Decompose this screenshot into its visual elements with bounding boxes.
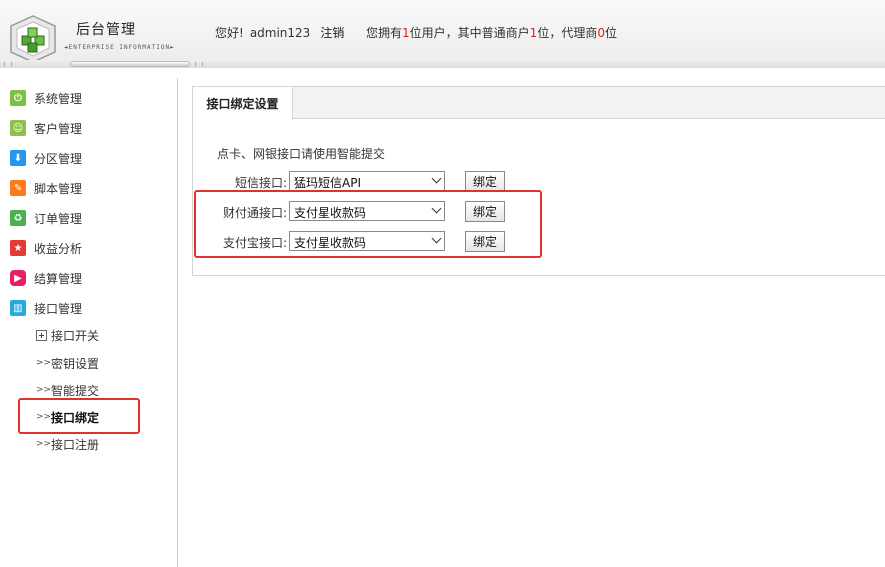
smile-icon: ☺	[10, 120, 26, 136]
username: admin123	[249, 26, 311, 40]
sub-item-key-settings[interactable]: >> 密钥设置	[36, 354, 99, 372]
play-icon: ▶	[10, 270, 26, 286]
sub-item-label: 密钥设置	[51, 356, 100, 371]
row-label: 短信接口:	[234, 176, 287, 190]
sidebar-item-interfaces[interactable]: ▥ 接口管理	[10, 297, 82, 319]
app-subtitle: ◄ENTERPRISE INFORMATION►	[64, 44, 175, 51]
star-icon: ★	[10, 240, 26, 256]
sub-item-label: 接口注册	[51, 437, 100, 452]
user-stats: 您拥有1位用户，其中普通商户1位，代理商0位	[366, 24, 617, 41]
greeting: 您好! admin123 注销	[215, 24, 344, 41]
double-chevron-icon: >>	[36, 358, 52, 368]
scroll-thumb[interactable]	[70, 61, 190, 67]
greeting-text: 您好!	[215, 26, 244, 40]
user-count: 1	[402, 26, 410, 40]
sidebar-item-orders[interactable]: ♻ 订单管理	[10, 207, 82, 229]
sidebar-item-label: 系统管理	[34, 91, 83, 106]
highlight-box-main	[194, 190, 542, 258]
stats-prefix: 您拥有	[366, 26, 403, 40]
cube-logo-icon	[10, 15, 56, 63]
recycle-icon: ♻	[10, 210, 26, 226]
sidebar-item-scripts[interactable]: ✎ 脚本管理	[10, 177, 82, 199]
sidebar-item-label: 结算管理	[34, 271, 83, 286]
stats-mid: 位用户，其中普通商户	[409, 26, 530, 40]
sidebar-item-label: 订单管理	[34, 211, 83, 226]
sub-item-label: 智能提交	[51, 383, 100, 398]
expand-box-icon	[36, 329, 47, 341]
power-icon: ⏻	[10, 90, 26, 106]
bind-sms-button[interactable]: 绑定	[465, 171, 505, 192]
sub-item-interface-switch[interactable]: 接口开关	[36, 326, 99, 344]
download-icon: ⬇	[10, 150, 26, 166]
tab-interface-binding[interactable]: 接口绑定设置	[193, 87, 293, 120]
stats-mid2: 位，代理商	[537, 26, 598, 40]
sidebar-item-revenue[interactable]: ★ 收益分析	[10, 237, 82, 259]
logout-link[interactable]: 注销	[320, 26, 344, 40]
sidebar-item-label: 收益分析	[34, 241, 83, 256]
app-title: 后台管理	[76, 22, 136, 38]
sub-item-label: 接口开关	[51, 328, 100, 343]
sidebar-item-partitions[interactable]: ⬇ 分区管理	[10, 147, 82, 169]
sidebar-item-customers[interactable]: ☺ 客户管理	[10, 117, 82, 139]
sidebar-item-label: 接口管理	[34, 301, 83, 316]
tab-bar: 接口绑定设置	[193, 87, 885, 120]
header-scrollbar[interactable]	[0, 60, 885, 68]
double-chevron-icon: >>	[36, 439, 52, 449]
sidebar-item-label: 脚本管理	[34, 181, 83, 196]
sidebar-item-label: 分区管理	[34, 151, 83, 166]
grid-icon: ▥	[10, 300, 26, 316]
scroll-grip-right	[195, 62, 203, 66]
sidebar-item-label: 客户管理	[34, 121, 83, 136]
pencil-icon: ✎	[10, 180, 26, 196]
chevron-down-icon	[431, 173, 442, 184]
stats-suffix: 位	[604, 26, 617, 40]
agent-count: 0	[597, 26, 605, 40]
sms-interface-select[interactable]: 猛玛短信API	[289, 171, 445, 191]
sidebar-item-settlement[interactable]: ▶ 结算管理	[10, 267, 82, 289]
sidebar: ⏻ 系统管理 ☺ 客户管理 ⬇ 分区管理 ✎ 脚本管理 ♻ 订单管理 ★ 收益分…	[0, 78, 178, 567]
sub-item-smart-submit[interactable]: >> 智能提交	[36, 381, 99, 399]
scroll-grip-left	[4, 62, 12, 66]
double-chevron-icon: >>	[36, 385, 52, 395]
binding-note: 点卡、网银接口请使用智能提交	[217, 147, 386, 161]
highlight-box-sidebar	[18, 398, 140, 434]
top-header: 后台管理 ◄ENTERPRISE INFORMATION► 您好! admin12…	[0, 0, 885, 68]
sidebar-item-system[interactable]: ⏻ 系统管理	[10, 87, 82, 109]
sub-item-interface-register[interactable]: >> 接口注册	[36, 435, 99, 453]
select-value: 猛玛短信API	[294, 176, 361, 190]
